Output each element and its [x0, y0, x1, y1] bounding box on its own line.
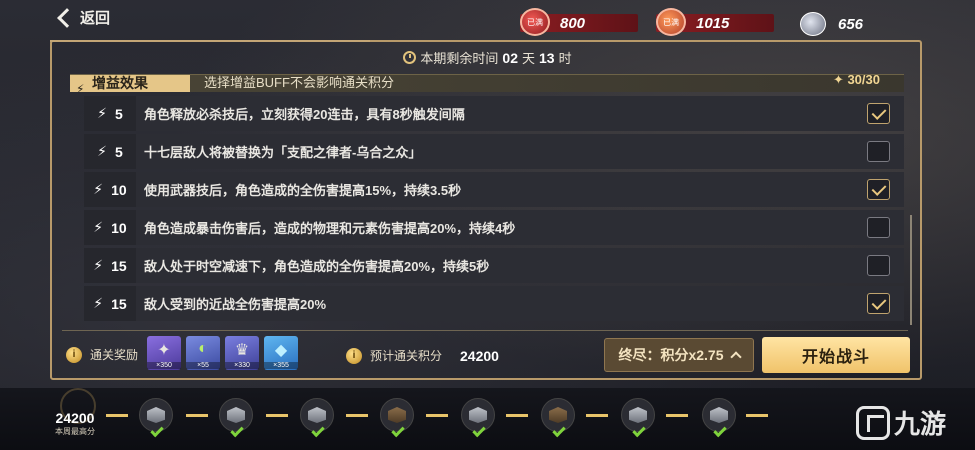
buff-header: ⚡ 增益效果 选择增益BUFF不会影响通关积分 ✦ 30/30	[70, 74, 904, 92]
reward-item[interactable]: ✦ ×350	[147, 336, 181, 370]
milestone-chest[interactable]: 14000	[541, 398, 575, 438]
blue-gem-icon: ◆	[274, 342, 288, 359]
chest-icon	[388, 407, 406, 423]
info-coin-icon[interactable]: i	[66, 346, 82, 363]
reward-item[interactable]: ◐ ×55	[186, 336, 220, 370]
buff-row[interactable]: ⚡ 10 使用武器技后，角色造成的全伤害提高15%，持续3.5秒	[84, 172, 904, 207]
chest-icon	[227, 407, 245, 423]
bolt-icon: ⚡	[97, 143, 108, 159]
bolt-icon: ⚡	[93, 257, 104, 273]
buff-checkbox[interactable]	[867, 141, 890, 162]
watermark-logo: 九游	[856, 404, 946, 441]
purple-crystal-icon: ✦	[157, 342, 171, 359]
back-button[interactable]: 返回	[54, 7, 110, 28]
buff-checkbox[interactable]	[867, 255, 890, 276]
buff-text: 十七层敌人将被替换为「支配之律者-乌合之众」	[144, 145, 422, 160]
bolt-icon: ⚡	[76, 82, 85, 92]
chest-icon	[629, 407, 647, 423]
progress-line	[106, 414, 796, 417]
buff-level: ⚡ 15	[84, 286, 136, 321]
buff-level: ⚡ 15	[84, 248, 136, 283]
bolt-icon: ⚡	[97, 105, 108, 121]
info-coin-icon[interactable]: i	[346, 347, 362, 364]
buff-checkbox[interactable]	[867, 179, 890, 200]
reward-label: i 通关奖励	[66, 346, 138, 363]
buff-text: 敌人受到的近战全伤害提高20%	[144, 297, 327, 312]
nine-game-logo-icon	[856, 405, 890, 440]
start-battle-button[interactable]: 开始战斗	[762, 337, 910, 373]
character-card-icon: ♛	[234, 342, 250, 359]
buff-checkbox[interactable]	[867, 103, 890, 124]
buff-row[interactable]: ⚡ 5 角色释放必杀技后，立刻获得20连击，具有8秒触发间隔	[84, 96, 904, 131]
buff-count: ✦ 30/30	[832, 74, 880, 87]
buff-checkbox[interactable]	[867, 293, 890, 314]
currency-silver[interactable]: 656	[800, 12, 863, 36]
currency-value: 656	[838, 15, 864, 33]
bolt-icon: ⚡	[93, 295, 104, 311]
estimated-score: i 预计通关积分 24200	[346, 347, 499, 364]
chest-icon	[147, 407, 165, 423]
milestone-chest[interactable]: 12000	[461, 398, 495, 438]
reward-list: ✦ ×350 ◐ ×55 ♛ ×330 ◆ ×355	[147, 336, 298, 370]
divider	[62, 330, 908, 331]
buff-desc: 选择增益BUFF不会影响通关积分	[204, 75, 394, 90]
best-score: 24200 本周最高分	[40, 388, 110, 437]
buff-tag: ⚡ 增益效果	[70, 75, 190, 92]
milestone-chest[interactable]: 6000	[219, 398, 253, 438]
scrollbar[interactable]	[910, 215, 912, 325]
chevron-left-icon	[57, 7, 77, 28]
currency-red[interactable]: 已满 800	[520, 8, 638, 36]
buff-row[interactable]: ⚡ 15 敌人处于时空减速下，角色造成的全伤害提高20%，持续5秒	[84, 248, 904, 283]
buff-row[interactable]: ⚡ 10 角色造成暴击伤害后，造成的物理和元素伤害提高20%，持续4秒	[84, 210, 904, 245]
chevron-up-icon	[729, 351, 742, 363]
buff-text: 角色造成暴击伤害后，造成的物理和元素伤害提高20%，持续4秒	[144, 221, 516, 236]
buff-row[interactable]: ⚡ 15 敌人受到的近战全伤害提高20%	[84, 286, 904, 321]
bolt-icon: ⚡	[93, 181, 104, 197]
buff-level: ⚡ 10	[84, 210, 136, 245]
buff-level: ⚡ 10	[84, 172, 136, 207]
reward-item[interactable]: ◆ ×355	[264, 336, 298, 370]
buff-text: 敌人处于时空减速下，角色造成的全伤害提高20%，持续5秒	[144, 259, 490, 274]
reward-item[interactable]: ♛ ×330	[225, 336, 259, 370]
back-label: 返回	[80, 10, 111, 27]
green-ticket-icon: ◐	[198, 340, 208, 357]
frame-accent	[50, 40, 370, 42]
orange-orb-icon: 已满	[656, 8, 686, 36]
buff-checkbox[interactable]	[867, 217, 890, 238]
currency-orange[interactable]: 已满 1015	[656, 8, 774, 36]
red-badge-icon: 已满	[520, 8, 550, 36]
buff-text: 角色释放必杀技后，立刻获得20连击，具有8秒触发间隔	[144, 107, 465, 122]
chest-icon	[469, 407, 487, 423]
bolt-icon: ⚡	[93, 219, 104, 235]
milestone-chest[interactable]: 10000	[380, 398, 414, 438]
chest-icon	[308, 407, 326, 423]
chest-icon	[710, 407, 728, 423]
milestone-chest[interactable]: 8000	[300, 398, 334, 438]
buff-row[interactable]: ⚡ 5 十七层敌人将被替换为「支配之律者-乌合之众」	[84, 134, 904, 169]
buff-text: 使用武器技后，角色造成的全伤害提高15%，持续3.5秒	[144, 183, 462, 198]
milestone-chest[interactable]: 18000	[702, 398, 736, 438]
milestone-chest[interactable]: 16000	[621, 398, 655, 438]
season-timer: 本期剩余时间 02 天 13 时	[0, 48, 975, 67]
buff-list: ⚡ 5 角色释放必杀技后，立刻获得20连击，具有8秒触发间隔 ⚡ 5 十七层敌人将被…	[84, 96, 904, 324]
buff-level: ⚡ 5	[84, 134, 136, 169]
milestone-chest[interactable]: 3000	[139, 398, 173, 438]
difficulty-select-button[interactable]: 终尽：积分x2.75	[604, 338, 754, 372]
chest-icon	[549, 407, 567, 423]
silver-emblem-icon	[800, 12, 826, 36]
buff-level: ⚡ 5	[84, 96, 136, 131]
clock-icon	[403, 51, 417, 64]
